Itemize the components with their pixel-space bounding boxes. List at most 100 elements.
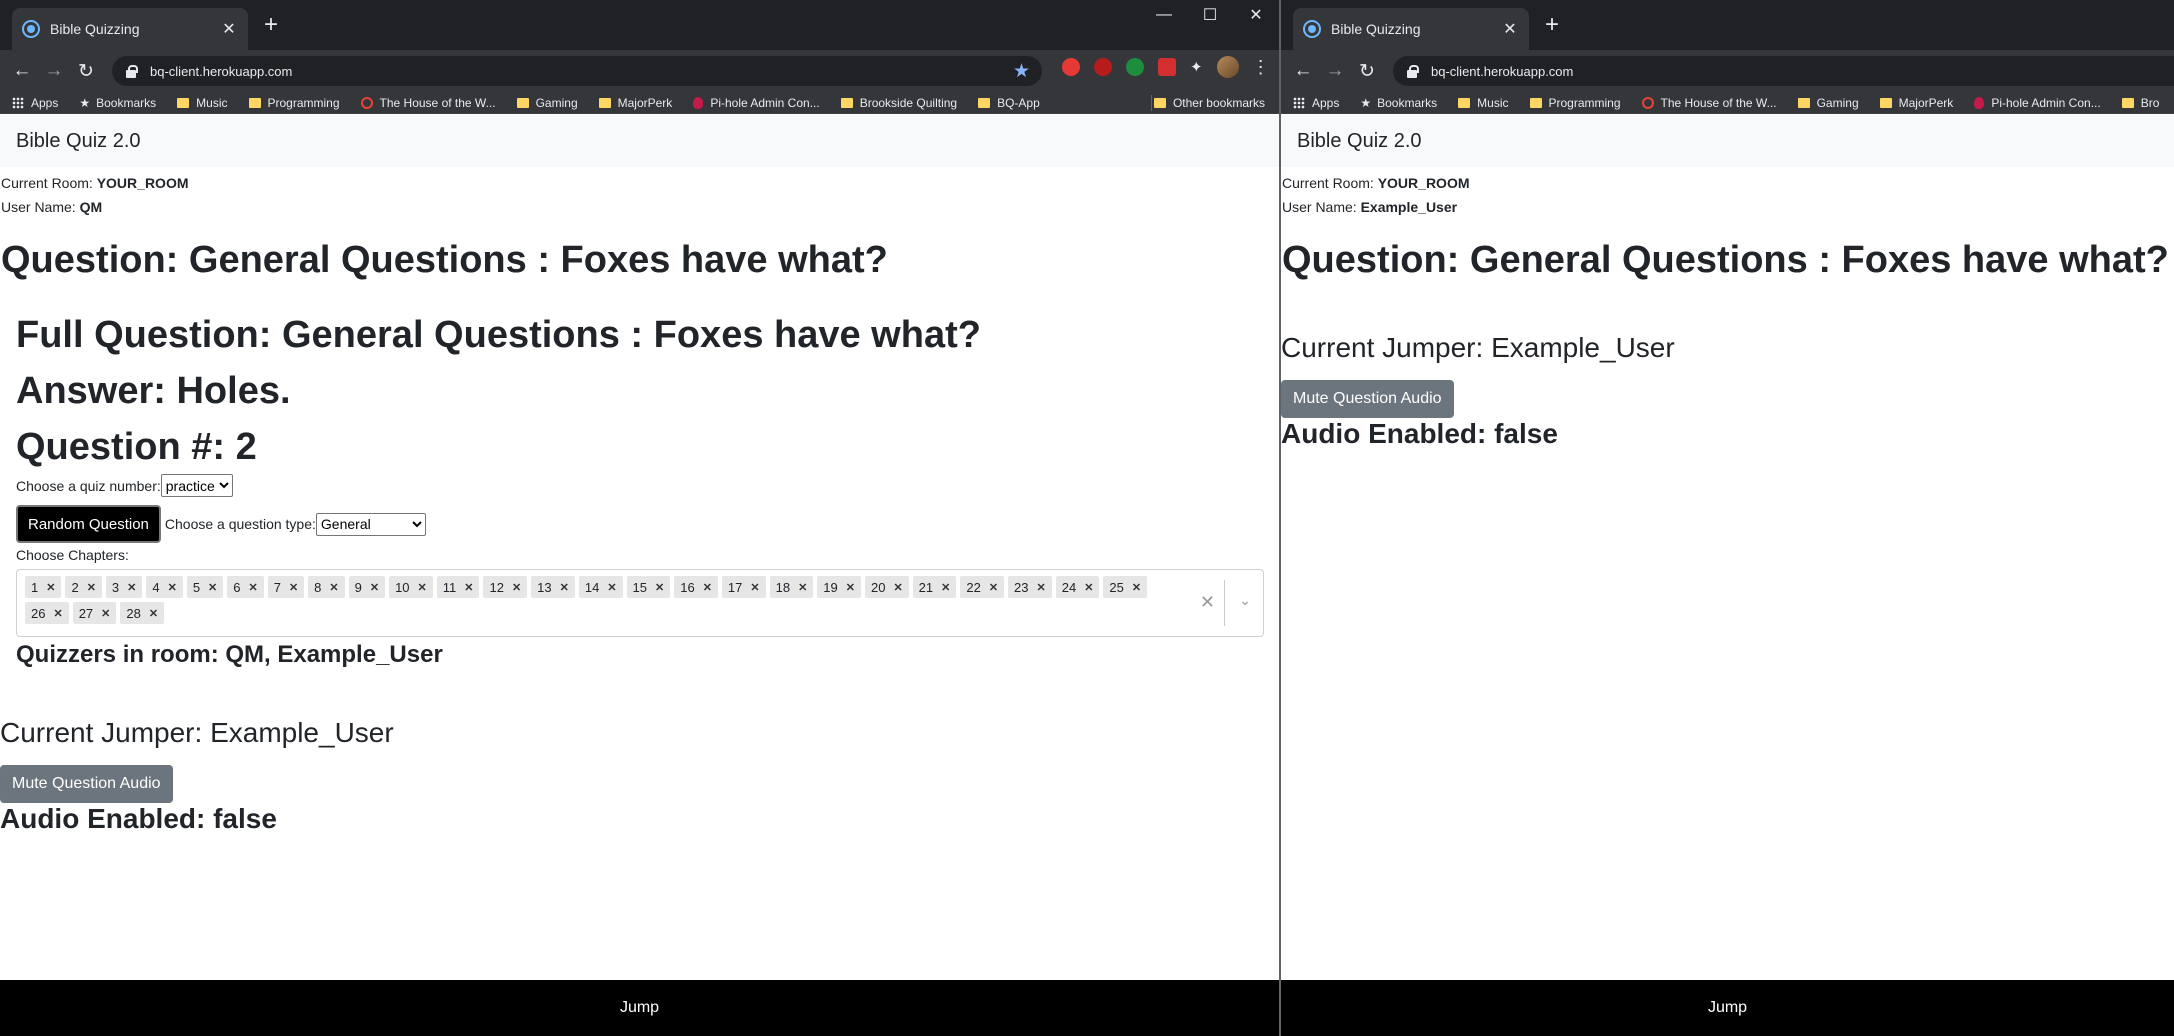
- remove-chip-icon[interactable]: ✕: [249, 581, 258, 594]
- extensions-puzzle-icon[interactable]: ✦: [1190, 58, 1203, 76]
- bookmark-brookside[interactable]: Bro: [2121, 96, 2159, 110]
- mute-audio-button[interactable]: Mute Question Audio: [1281, 380, 1454, 418]
- back-icon[interactable]: ←: [6, 55, 38, 87]
- remove-chip-icon[interactable]: ✕: [893, 581, 902, 594]
- apps-grid-icon: [1293, 96, 1305, 109]
- remove-chip-icon[interactable]: ✕: [750, 581, 759, 594]
- profile-avatar[interactable]: [1216, 56, 1239, 78]
- bookmark-programming[interactable]: Programming: [1529, 96, 1621, 110]
- bookmark-brookside[interactable]: Brookside Quilting: [840, 96, 957, 110]
- minimize-icon[interactable]: —: [1141, 0, 1187, 30]
- bookmark-gaming[interactable]: Gaming: [1797, 96, 1859, 110]
- bookmark-bq-app[interactable]: BQ-App: [978, 96, 1040, 110]
- tab-title: Bible Quizzing: [1331, 21, 1421, 37]
- extension-icon[interactable]: [1062, 58, 1080, 76]
- address-bar[interactable]: bq-client.herokuapp.com: [1393, 56, 2174, 86]
- close-window-icon[interactable]: ✕: [1233, 0, 1279, 30]
- remove-chip-icon[interactable]: ✕: [329, 581, 338, 594]
- random-question-button[interactable]: Random Question: [16, 505, 161, 543]
- ublock-icon[interactable]: [1094, 58, 1112, 76]
- remove-chip-icon[interactable]: ✕: [798, 581, 807, 594]
- bookmark-bookmarks[interactable]: ★ Bookmarks: [79, 96, 156, 110]
- remove-chip-icon[interactable]: ✕: [149, 607, 158, 620]
- remove-chip-icon[interactable]: ✕: [607, 581, 616, 594]
- chapters-multiselect[interactable]: 1 ✕ 2 ✕ 3 ✕ 4 ✕ 5 ✕ 6 ✕ 7 ✕ 8 ✕ 9 ✕ 10 ✕ 11 ✕ 12 ✕ 13 ✕ 14 ✕ 15 ✕ 16 ✕ 1…: [16, 569, 1264, 637]
- remove-chip-icon[interactable]: ✕: [289, 581, 298, 594]
- forward-icon[interactable]: →: [1319, 55, 1351, 87]
- chapter-chip: 24 ✕: [1055, 576, 1100, 598]
- chapter-chip: 20 ✕: [864, 576, 909, 598]
- forward-icon[interactable]: →: [38, 55, 70, 87]
- bookmark-music[interactable]: Music: [177, 96, 228, 110]
- chapter-chip: 12 ✕: [483, 576, 528, 598]
- bookmark-apps[interactable]: Apps: [1293, 96, 1339, 110]
- browser-window-left: Bible Quizzing ✕ + — ☐ ✕ ← → ↻ bq-client…: [0, 0, 1279, 1036]
- remove-chip-icon[interactable]: ✕: [989, 581, 998, 594]
- remove-chip-icon[interactable]: ✕: [512, 581, 521, 594]
- reload-icon[interactable]: ↻: [1351, 55, 1383, 87]
- back-icon[interactable]: ←: [1287, 55, 1319, 87]
- browser-tab[interactable]: Bible Quizzing ✕: [1293, 8, 1529, 50]
- quiz-number-select[interactable]: practice: [160, 474, 233, 497]
- menu-dots-icon[interactable]: ⋮: [1252, 57, 1270, 78]
- chapter-chip: 16 ✕: [674, 576, 718, 598]
- mute-audio-button[interactable]: Mute Question Audio: [0, 765, 173, 803]
- remove-chip-icon[interactable]: ✕: [46, 581, 55, 594]
- bookmark-gaming[interactable]: Gaming: [516, 96, 578, 110]
- remove-chip-icon[interactable]: ✕: [127, 581, 136, 594]
- chevron-down-icon[interactable]: ⌄: [1239, 592, 1251, 609]
- close-tab-icon[interactable]: ✕: [1501, 19, 1519, 39]
- bookmark-house[interactable]: The House of the W...: [1641, 96, 1777, 110]
- remove-chip-icon[interactable]: ✕: [370, 581, 379, 594]
- lock-icon: [1405, 64, 1419, 78]
- new-tab-icon[interactable]: +: [258, 12, 284, 38]
- remove-chip-icon[interactable]: ✕: [1084, 581, 1093, 594]
- remove-chip-icon[interactable]: ✕: [53, 607, 62, 620]
- bookmark-music[interactable]: Music: [1458, 96, 1509, 110]
- remove-chip-icon[interactable]: ✕: [846, 581, 855, 594]
- full-question: Full Question: General Questions : Foxes…: [16, 314, 981, 356]
- bookmark-pihole[interactable]: Pi-hole Admin Con...: [1974, 96, 2101, 110]
- remove-chip-icon[interactable]: ✕: [941, 581, 950, 594]
- remove-chip-icon[interactable]: ✕: [101, 607, 110, 620]
- remove-chip-icon[interactable]: ✕: [1132, 581, 1141, 594]
- clear-icon[interactable]: ✕: [1200, 592, 1215, 613]
- user-name: Example_User: [1360, 199, 1458, 215]
- folder-icon: [840, 97, 853, 108]
- remove-chip-icon[interactable]: ✕: [703, 581, 712, 594]
- brand-title[interactable]: Bible Quiz 2.0: [1297, 130, 1422, 153]
- bookmark-star-icon[interactable]: ★: [1013, 60, 1030, 83]
- brand-title[interactable]: Bible Quiz 2.0: [16, 130, 141, 153]
- browser-tab[interactable]: Bible Quizzing ✕: [12, 8, 248, 50]
- bookmark-pihole[interactable]: Pi-hole Admin Con...: [693, 96, 820, 110]
- star-icon: ★: [79, 95, 91, 110]
- remove-chip-icon[interactable]: ✕: [1037, 581, 1046, 594]
- remove-chip-icon[interactable]: ✕: [560, 581, 569, 594]
- remove-chip-icon[interactable]: ✕: [87, 581, 96, 594]
- address-bar[interactable]: bq-client.herokuapp.com ★: [112, 56, 1042, 86]
- bookmarks-bar: Apps ★ Bookmarks Music Programming The Ho…: [0, 92, 1279, 114]
- bookmark-majorperk[interactable]: MajorPerk: [1879, 96, 1953, 110]
- remove-chip-icon[interactable]: ✕: [418, 581, 427, 594]
- bookmark-programming[interactable]: Programming: [248, 96, 340, 110]
- question-type-select[interactable]: General: [315, 512, 426, 536]
- bookmark-apps[interactable]: Apps: [12, 96, 58, 110]
- remove-chip-icon[interactable]: ✕: [168, 581, 177, 594]
- reload-icon[interactable]: ↻: [70, 55, 102, 87]
- new-tab-icon[interactable]: +: [1539, 12, 1565, 38]
- maximize-icon[interactable]: ☐: [1187, 0, 1233, 30]
- bookmark-house[interactable]: The House of the W...: [360, 96, 496, 110]
- jump-button[interactable]: Jump: [1281, 980, 2174, 1036]
- bookmark-bookmarks[interactable]: ★ Bookmarks: [1360, 96, 1437, 110]
- extension-icon[interactable]: [1126, 58, 1144, 76]
- other-bookmarks[interactable]: Other bookmarks: [1153, 96, 1265, 110]
- jump-button[interactable]: Jump: [0, 980, 1279, 1036]
- site-icon: [360, 96, 373, 109]
- chapter-chip: 27 ✕: [72, 602, 117, 624]
- close-tab-icon[interactable]: ✕: [220, 19, 238, 39]
- remove-chip-icon[interactable]: ✕: [655, 581, 664, 594]
- remove-chip-icon[interactable]: ✕: [208, 581, 217, 594]
- lastpass-icon[interactable]: [1158, 58, 1176, 76]
- bookmark-majorperk[interactable]: MajorPerk: [598, 96, 672, 110]
- remove-chip-icon[interactable]: ✕: [464, 581, 473, 594]
